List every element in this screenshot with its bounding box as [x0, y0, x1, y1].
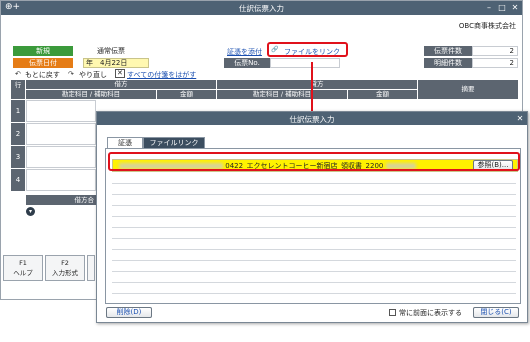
grid-row-cell[interactable]: [26, 123, 96, 145]
list-item[interactable]: [112, 217, 516, 228]
new-label: 新規: [13, 46, 73, 56]
fkey-number: F2: [61, 259, 69, 267]
count-label: 伝票件数: [424, 46, 472, 56]
debit-total-label: 借方合: [26, 195, 96, 205]
f3-button[interactable]: [87, 255, 95, 281]
tab-evidence[interactable]: 証憑: [107, 137, 143, 148]
grid-debit-amount-header: 金額: [157, 90, 216, 99]
expand-icon[interactable]: ▾: [26, 207, 35, 216]
grid-row-cell[interactable]: [26, 146, 96, 168]
f2-input-format-button[interactable]: F2 入力形式: [45, 255, 85, 281]
list-item[interactable]: [112, 206, 516, 217]
grid-credit-amount-header: 金額: [348, 90, 417, 99]
voucher-type[interactable]: 通常伝票: [97, 46, 125, 56]
minimize-icon[interactable]: –: [484, 2, 494, 13]
fkey-number: F1: [19, 259, 27, 267]
close-icon[interactable]: ✕: [515, 113, 525, 124]
always-on-top-label: 常に前面に表示する: [399, 309, 462, 317]
dialog-title: 仕訳伝票入力: [289, 115, 335, 124]
file-link-panel: 0422_エクセレントコーヒー新宿店_領収書_2200 参照(B)...: [105, 148, 521, 304]
close-icon[interactable]: ✕: [510, 2, 520, 13]
undo-icon: ↶: [15, 70, 21, 78]
fkey-label: 入力形式: [52, 269, 78, 277]
list-item[interactable]: [112, 184, 516, 195]
attach-evidence-link[interactable]: 証憑を添付: [227, 47, 262, 57]
remove-tags-link[interactable]: すべての付箋をはがす: [127, 70, 196, 80]
grid-row-cell[interactable]: [26, 100, 96, 122]
maximize-icon[interactable]: □: [497, 2, 507, 13]
f1-help-button[interactable]: F1 ヘルプ: [3, 255, 43, 281]
voucher-no-field[interactable]: [270, 58, 340, 68]
detail-count-value: 2: [472, 58, 518, 68]
dialog-titlebar: 仕訳伝票入力 ✕: [97, 112, 527, 125]
count-value: 2: [472, 46, 518, 56]
list-item[interactable]: [112, 239, 516, 250]
list-item[interactable]: [112, 250, 516, 261]
detail-count-label: 明細件数: [424, 58, 472, 68]
list-item[interactable]: [112, 173, 516, 184]
grid-row-number: 3: [11, 146, 25, 168]
redo-icon: ↷: [68, 70, 74, 78]
close-button[interactable]: 閉じる(C): [473, 307, 519, 318]
always-on-top-checkbox[interactable]: [389, 309, 396, 316]
window-title: 仕訳伝票入力: [239, 4, 284, 13]
grid-memo-header: 摘要: [418, 80, 518, 99]
grid-row-header: 行: [11, 80, 25, 99]
window-titlebar: ⊕+ 仕訳伝票入力 – □ ✕: [1, 1, 522, 15]
grid-row-number: 2: [11, 123, 25, 145]
list-item[interactable]: [112, 195, 516, 206]
redo-button[interactable]: やり直し: [79, 70, 107, 80]
grid-row-number: 1: [11, 100, 25, 122]
company-name: OBC商事株式会社: [458, 22, 516, 30]
voucher-no-label: 伝票No.: [224, 58, 270, 68]
list-item[interactable]: [112, 283, 516, 294]
grid-debit-account-header: 勘定科目 / 補助科目: [26, 90, 156, 99]
undo-button[interactable]: もとに戻す: [25, 70, 60, 80]
file-link-dialog: 仕訳伝票入力 ✕ 証憑 ファイルリンク 0422_エクセレントコーヒー新宿店_領…: [96, 111, 528, 323]
list-item[interactable]: [112, 261, 516, 272]
fkey-label: ヘルプ: [13, 269, 33, 277]
callout-file-highlight: [108, 152, 520, 171]
date-field[interactable]: 年 4月22日: [83, 58, 149, 68]
grid-debit-header: 借方: [26, 80, 216, 89]
grid-credit-header: 貸方: [217, 80, 417, 89]
grid-credit-account-header: 勘定科目 / 補助科目: [217, 90, 347, 99]
callout-highlight: [267, 42, 348, 57]
grid-row-cell[interactable]: [26, 169, 96, 191]
delete-button[interactable]: 削除(D): [106, 307, 152, 318]
list-item[interactable]: [112, 228, 516, 239]
tab-file-link[interactable]: ファイルリンク: [143, 137, 205, 148]
grid-row-number: 4: [11, 169, 25, 191]
date-label: 伝票日付: [13, 58, 73, 68]
list-item[interactable]: [112, 272, 516, 283]
sticky-note-icon: ✕: [115, 69, 125, 78]
